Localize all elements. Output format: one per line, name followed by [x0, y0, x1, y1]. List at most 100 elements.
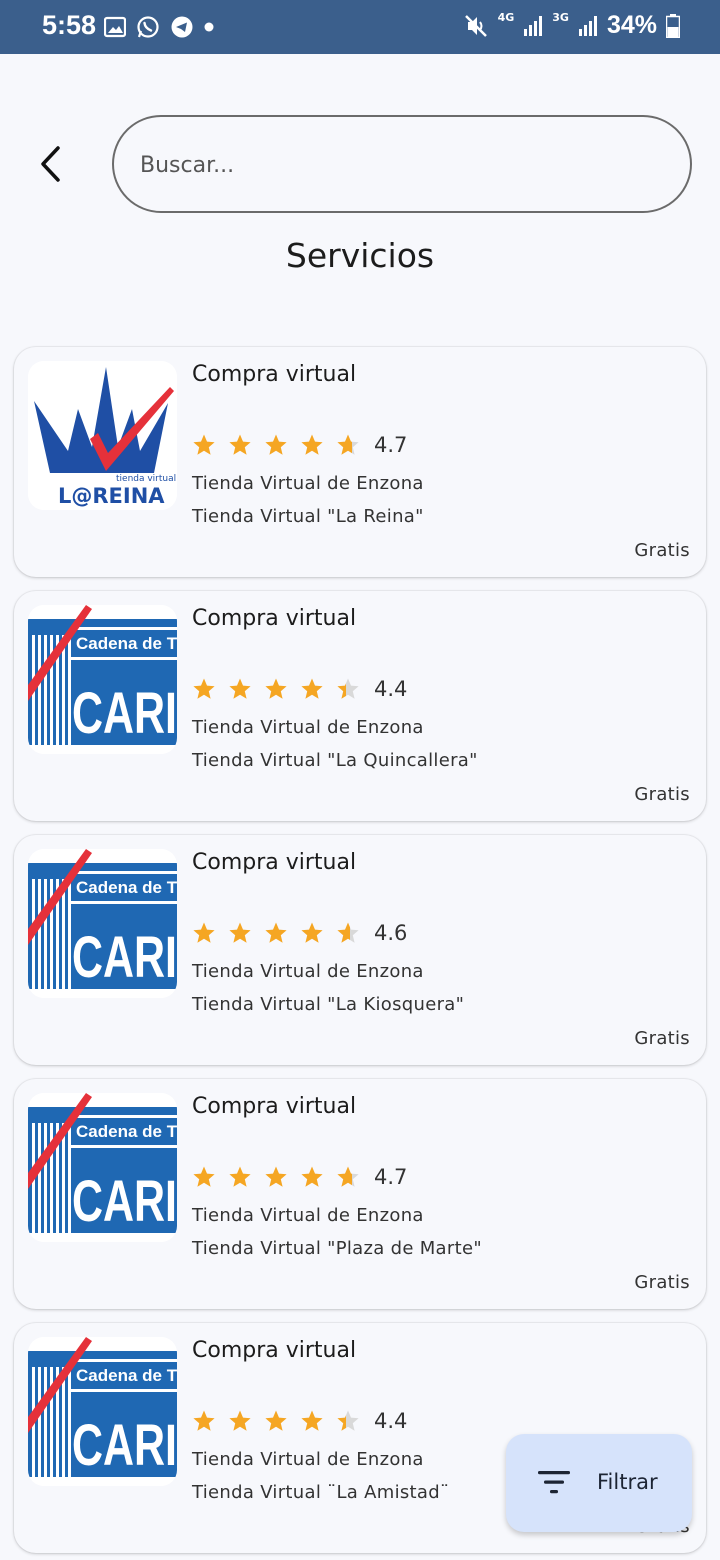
battery-percentage: 34% — [606, 11, 657, 39]
rating-stars: 4.4 — [192, 1409, 407, 1433]
star-icon — [337, 922, 359, 943]
rating-value: 4.6 — [374, 921, 408, 945]
service-provider: Tienda Virtual de Enzona — [192, 1449, 424, 1470]
star-icon — [229, 434, 251, 455]
star-icon — [301, 678, 323, 699]
svg-text:Cadena de Tie: Cadena de Tie — [76, 878, 177, 897]
back-button[interactable] — [28, 138, 72, 190]
mute-icon — [464, 14, 487, 37]
caribe-logo: Cadena de Tie CARI — [28, 1337, 177, 1486]
svg-text:Cadena de Tie: Cadena de Tie — [76, 1122, 177, 1141]
signal-icon-2 — [578, 15, 597, 36]
service-store: Tienda Virtual "La Reina" — [192, 506, 424, 527]
rating-stars: 4.7 — [192, 1165, 407, 1189]
star-icon — [265, 678, 287, 699]
star-icon — [229, 678, 251, 699]
service-card[interactable]: Cadena de Tie CARI Compra virtual 4.4 Tienda… — [14, 591, 706, 821]
network-3g-label: 3G — [552, 11, 569, 24]
rating-value: 4.7 — [374, 1165, 408, 1189]
star-icon — [265, 1166, 287, 1187]
notification-dot-icon — [204, 22, 214, 32]
star-icon — [337, 678, 359, 699]
star-icon — [265, 1410, 287, 1431]
star-icon — [337, 434, 359, 455]
network-4g-label: 4G — [497, 11, 515, 24]
rating-value: 4.4 — [374, 677, 408, 701]
rating-stars: 4.4 — [192, 677, 407, 701]
service-card[interactable]: tienda virtual L@REINA Compra virtual 4.7 Ti… — [14, 347, 706, 577]
svg-text:CARI: CARI — [72, 1413, 177, 1478]
whatsapp-icon — [137, 16, 159, 38]
service-store: Tienda Virtual ¨La Amistad¨ — [192, 1482, 450, 1503]
service-logo: Cadena de Tie CARI — [28, 605, 177, 754]
service-logo: tienda virtual L@REINA — [28, 361, 177, 510]
service-price: Gratis — [634, 1028, 690, 1049]
star-icon — [193, 678, 215, 699]
svg-text:CARI: CARI — [72, 1169, 177, 1234]
caribe-logo: Cadena de Tie CARI — [28, 605, 177, 754]
services-list: tienda virtual L@REINA Compra virtual 4.7 Ti… — [14, 347, 706, 1560]
service-logo: Cadena de Tie CARI — [28, 1093, 177, 1242]
service-price: Gratis — [634, 784, 690, 805]
telegram-icon — [171, 16, 193, 38]
svg-text:Cadena de Tie: Cadena de Tie — [76, 1366, 177, 1385]
status-bar: 5:58 4G 3G 34% — [0, 0, 720, 54]
service-title: Compra virtual — [192, 362, 357, 387]
star-icon — [301, 922, 323, 943]
star-icon — [193, 922, 215, 943]
star-icon — [193, 1166, 215, 1187]
svg-text:tienda virtual: tienda virtual — [116, 474, 176, 484]
service-title: Compra virtual — [192, 850, 357, 875]
gallery-icon — [104, 16, 126, 38]
signal-icon — [524, 15, 543, 36]
star-icon — [193, 434, 215, 455]
service-provider: Tienda Virtual de Enzona — [192, 961, 424, 982]
rating-stars: 4.7 — [192, 433, 407, 457]
service-provider: Tienda Virtual de Enzona — [192, 1205, 424, 1226]
star-icon — [265, 434, 287, 455]
service-store: Tienda Virtual "La Kiosquera" — [192, 994, 465, 1015]
service-title: Compra virtual — [192, 1338, 357, 1363]
service-card[interactable]: Cadena de Tie CARI Compra virtual 4.7 Tienda… — [14, 1079, 706, 1309]
rating-stars: 4.6 — [192, 921, 407, 945]
chevron-left-icon — [41, 146, 60, 182]
star-icon — [337, 1166, 359, 1187]
star-icon — [229, 1410, 251, 1431]
star-icon — [229, 1166, 251, 1187]
svg-text:L@REINA: L@REINA — [58, 484, 165, 508]
filter-button[interactable]: Filtrar — [506, 1434, 692, 1532]
svg-text:CARI: CARI — [72, 925, 177, 990]
service-provider: Tienda Virtual de Enzona — [192, 473, 424, 494]
svg-text:CARI: CARI — [72, 681, 177, 746]
caribe-logo: Cadena de Tie CARI — [28, 849, 177, 998]
star-icon — [193, 1410, 215, 1431]
filter-icon — [538, 1471, 570, 1494]
caribe-logo: Cadena de Tie CARI — [28, 1093, 177, 1242]
star-icon — [301, 1410, 323, 1431]
rating-value: 4.7 — [374, 433, 408, 457]
service-provider: Tienda Virtual de Enzona — [192, 717, 424, 738]
rating-value: 4.4 — [374, 1409, 408, 1433]
filter-button-label: Filtrar — [597, 1470, 658, 1494]
star-icon — [337, 1410, 359, 1431]
search-input[interactable] — [140, 147, 660, 183]
star-icon — [301, 434, 323, 455]
service-card[interactable]: Cadena de Tie CARI Compra virtual 4.6 Tienda… — [14, 835, 706, 1065]
star-icon — [301, 1166, 323, 1187]
service-price: Gratis — [634, 540, 690, 561]
svg-text:Cadena de Tie: Cadena de Tie — [76, 634, 177, 653]
battery-icon — [666, 13, 680, 38]
star-icon — [265, 922, 287, 943]
service-store: Tienda Virtual "Plaza de Marte" — [192, 1238, 482, 1259]
page-title: Servicios — [285, 236, 435, 275]
service-title: Compra virtual — [192, 606, 357, 631]
status-time: 5:58 — [42, 10, 97, 40]
lareina-logo: tienda virtualL@REINA — [28, 361, 177, 510]
search-box[interactable] — [112, 115, 692, 213]
service-price: Gratis — [634, 1272, 690, 1293]
service-store: Tienda Virtual "La Quincallera" — [192, 750, 478, 771]
star-icon — [229, 922, 251, 943]
service-logo: Cadena de Tie CARI — [28, 1337, 177, 1486]
service-logo: Cadena de Tie CARI — [28, 849, 177, 998]
service-title: Compra virtual — [192, 1094, 357, 1119]
